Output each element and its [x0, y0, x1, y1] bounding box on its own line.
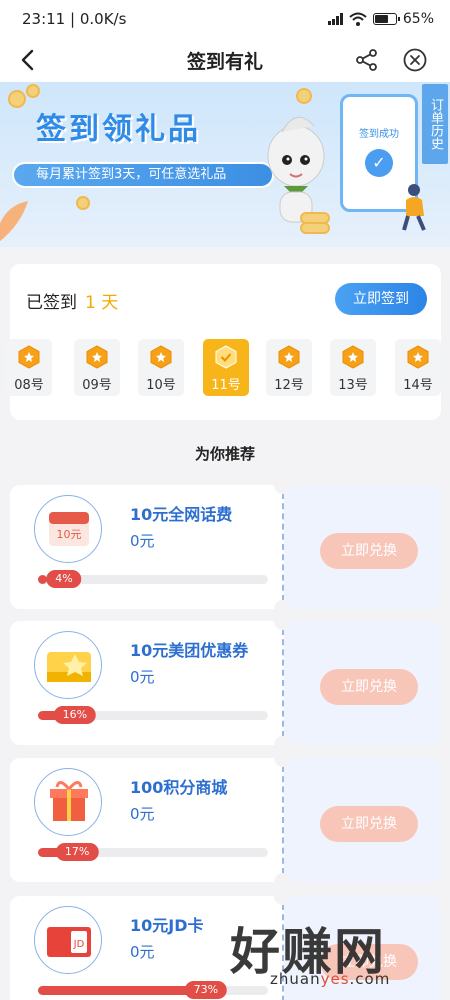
status-right: 65% — [327, 11, 434, 27]
coin-stack-icon — [300, 222, 330, 234]
signed-label: 已签到 — [26, 293, 77, 313]
reward-price: 0元 — [130, 943, 155, 961]
sign-day-label: 12号 — [274, 378, 304, 393]
sign-day-4: 12号 — [266, 339, 312, 396]
jd-card-icon: JD — [34, 906, 102, 974]
watermark-url: zhuanyes.com — [270, 970, 391, 988]
watermark-logo: 好赚网 zhuanyes.com — [230, 912, 440, 994]
redeem-button[interactable]: 立即兑换 — [320, 806, 418, 842]
promo-banner[interactable]: 签到领礼品 每月累计签到3天，可任意选礼品 签到成功 ✓ 订单历史 — [0, 82, 450, 247]
status-bar: 23:11 | 0.0K/s 65% — [0, 0, 450, 38]
sign-day-label: 14号 — [403, 378, 433, 393]
reward-price: 0元 — [130, 532, 155, 550]
sign-day-label: 08号 — [14, 378, 44, 393]
sign-day-label: 10号 — [146, 378, 176, 393]
sign-in-card: 已签到 1 天 立即签到 08号 09号 10号 11号 12号 13号 14号 — [6, 264, 441, 420]
reward-progress-bar: 4% — [38, 570, 268, 588]
sign-badge-icon — [342, 345, 364, 369]
sign-day-6: 14号 — [395, 339, 441, 396]
close-icon[interactable] — [402, 47, 428, 73]
wifi-icon — [349, 12, 367, 26]
sign-badge-icon — [278, 345, 300, 369]
battery-percent: 65% — [402, 11, 434, 27]
sign-day-list: 08号 09号 10号 11号 12号 13号 14号 — [6, 339, 441, 397]
meituan-coupon-icon — [34, 631, 102, 699]
gift-box-icon — [34, 768, 102, 836]
sign-day-5: 13号 — [330, 339, 376, 396]
order-history-link[interactable]: 订单历史 — [422, 84, 448, 164]
share-icon[interactable] — [354, 47, 380, 73]
reward-progress-bar: 17% — [38, 843, 268, 861]
coin-icon — [26, 84, 40, 98]
progress-fill — [38, 986, 206, 995]
reward-price: 0元 — [130, 668, 155, 686]
sign-badge-icon — [215, 345, 237, 369]
status-speed: 0.0K/s — [79, 10, 127, 28]
sign-badge-icon — [407, 345, 429, 369]
signal-icon — [327, 13, 343, 25]
reward-card: 10元 10元全网话费 0元 4% 立即兑换 — [10, 485, 441, 609]
page-title: 签到有礼 — [186, 50, 263, 73]
coin-icon — [8, 90, 26, 108]
sign-day-2: 10号 — [138, 339, 184, 396]
signed-days-count: 1 天 — [85, 293, 119, 313]
svg-text:JD: JD — [73, 939, 85, 950]
coin-icon — [296, 88, 312, 104]
redeem-button[interactable]: 立即兑换 — [320, 533, 418, 569]
progress-label: 17% — [55, 843, 99, 861]
back-icon[interactable] — [14, 46, 42, 74]
dashed-divider — [282, 766, 284, 874]
dashed-divider — [282, 629, 284, 737]
sign-badge-icon — [150, 345, 172, 369]
sign-day-1: 09号 — [74, 339, 120, 396]
status-left: 23:11 | 0.0K/s — [22, 10, 127, 28]
reward-name: 10元美团优惠券 — [130, 641, 249, 660]
progress-label: 73% — [184, 981, 228, 999]
battery-icon — [372, 13, 400, 25]
reward-progress-bar: 16% — [38, 706, 268, 724]
progress-label: 16% — [53, 706, 97, 724]
sign-day-0: 08号 — [6, 339, 52, 396]
reward-card: 10元美团优惠券 0元 16% 立即兑换 — [10, 621, 441, 745]
reward-name: 10元JD卡 — [130, 916, 204, 935]
sign-day-3: 11号 — [203, 339, 249, 396]
leaf-icon — [0, 201, 28, 242]
banner-subtitle: 每月累计签到3天，可任意选礼品 — [12, 162, 274, 188]
reward-price: 0元 — [130, 805, 155, 823]
signed-days-text: 已签到 1 天 — [26, 288, 118, 313]
nav-bar: 签到有礼 — [0, 38, 450, 82]
check-icon: ✓ — [365, 149, 393, 177]
sign-day-label: 11号 — [211, 378, 241, 393]
coin-icon — [76, 196, 90, 210]
recommend-title: 为你推荐 — [194, 445, 255, 463]
phone-credit-icon: 10元 — [34, 495, 102, 563]
reward-card: 100积分商城 0元 17% 立即兑换 — [10, 758, 441, 882]
sign-in-button[interactable]: 立即签到 — [335, 283, 427, 315]
reward-name: 100积分商城 — [130, 778, 228, 797]
progress-label: 4% — [46, 570, 82, 588]
phone-success-text: 签到成功 — [359, 129, 399, 140]
person-icon — [402, 184, 426, 231]
redeem-button[interactable]: 立即兑换 — [320, 669, 418, 705]
sign-badge-icon — [18, 345, 40, 369]
status-time: 23:11 — [22, 10, 66, 28]
dashed-divider — [282, 493, 284, 601]
banner-headline: 签到领礼品 — [36, 112, 201, 147]
reward-name: 10元全网话费 — [130, 505, 233, 524]
svg-text:10元: 10元 — [57, 528, 82, 541]
sign-day-label: 09号 — [82, 378, 112, 393]
sign-day-label: 13号 — [338, 378, 368, 393]
sign-badge-icon — [86, 345, 108, 369]
